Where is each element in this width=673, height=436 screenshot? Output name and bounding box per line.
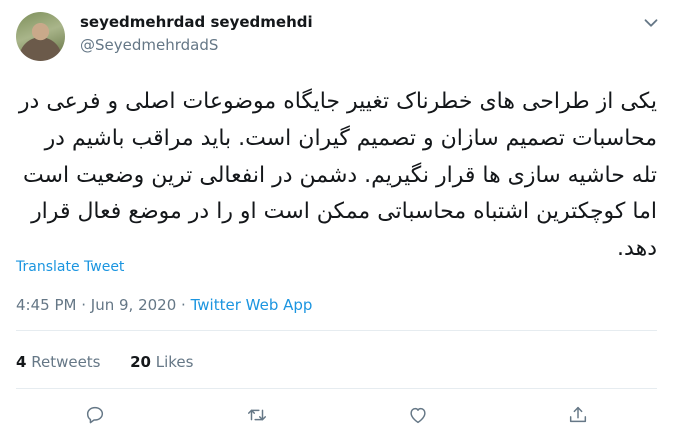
meta-separator: · bbox=[81, 296, 87, 314]
meta-separator: · bbox=[181, 296, 186, 314]
likes-count: 20 bbox=[130, 353, 151, 371]
tweet-text: یکی از طراحی های خطرناک تغییر جایگاه موض… bbox=[18, 89, 657, 262]
retweet-icon[interactable] bbox=[246, 404, 270, 428]
retweets-stat[interactable]: 4 Retweets bbox=[16, 353, 101, 371]
user-handle[interactable]: @SeyedmehrdadS bbox=[80, 36, 218, 54]
retweets-count: 4 bbox=[16, 353, 27, 371]
likes-stat[interactable]: 20 Likes bbox=[130, 353, 193, 371]
divider bbox=[16, 388, 657, 389]
retweets-label: Retweets bbox=[31, 353, 101, 371]
chevron-down-icon[interactable] bbox=[640, 12, 662, 34]
like-icon[interactable] bbox=[407, 404, 431, 428]
divider bbox=[16, 330, 657, 331]
likes-label: Likes bbox=[155, 353, 194, 371]
tweet-time[interactable]: 4:45 PM bbox=[16, 296, 76, 314]
translate-tweet-link[interactable]: Translate Tweet bbox=[16, 259, 124, 275]
tweet-date[interactable]: Jun 9, 2020 bbox=[91, 296, 176, 314]
reply-icon[interactable] bbox=[84, 404, 108, 428]
avatar[interactable] bbox=[16, 12, 65, 61]
tweet-stats: 4 Retweets 20 Likes bbox=[16, 353, 193, 371]
display-name[interactable]: seyedmehrdad seyedmehdi bbox=[80, 13, 313, 31]
tweet-source-link[interactable]: Twitter Web App bbox=[191, 296, 313, 314]
tweet-meta: 4:45 PM · Jun 9, 2020 · Twitter Web App bbox=[16, 296, 312, 314]
share-icon[interactable] bbox=[567, 404, 591, 428]
